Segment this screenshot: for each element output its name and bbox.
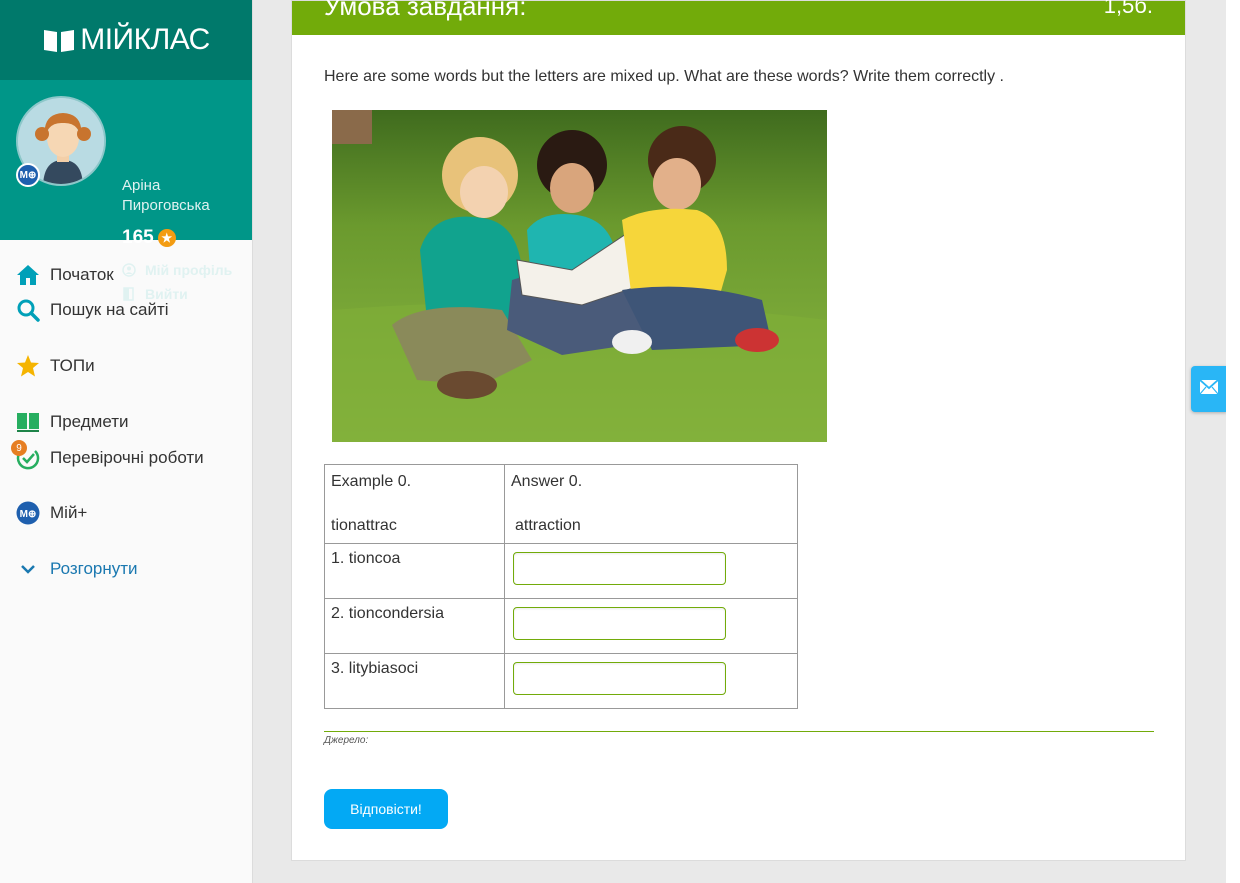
task-title: Умова завдання: — [324, 0, 527, 21]
task-score: 1,5б. — [1103, 0, 1153, 18]
sidebar: МІЙКЛАС Аріна Пироговська 165 ★ Мій проф… — [0, 0, 253, 883]
nav-label-search: Пошук на сайті — [50, 300, 169, 319]
profile-icon — [122, 263, 136, 277]
words-table: Example 0. tionattrac Answer 0. attracti… — [324, 464, 798, 709]
check-icon: 9 — [11, 440, 40, 470]
my-plus-icon: M⊕ — [16, 501, 40, 525]
table-cell: 3. litybiasoci — [324, 653, 505, 709]
table-row: Example 0. tionattrac Answer 0. attracti… — [324, 464, 798, 544]
svg-text:M⊕: M⊕ — [20, 509, 37, 520]
table-row: 2. tioncondersia — [324, 598, 798, 654]
divider — [324, 731, 1154, 732]
table-row: 1. tioncoa — [324, 543, 798, 599]
example-label: Example 0. — [331, 473, 412, 490]
profile-panel: Аріна Пироговська 165 ★ Мій профіль Вийт… — [0, 80, 252, 302]
user-name: Аріна Пироговська — [122, 177, 210, 214]
nav-label-tops: ТОПи — [50, 356, 95, 375]
example-word: tionattrac — [331, 517, 397, 534]
answer-input-2[interactable] — [513, 607, 726, 640]
points-value: 165 — [122, 227, 154, 248]
children-reading-photo — [332, 110, 827, 442]
user-points: 165 ★ — [122, 227, 176, 249]
book-logo-icon — [42, 27, 76, 53]
search-icon — [16, 298, 40, 322]
answer-input-3[interactable] — [513, 662, 726, 695]
my-plus-badge: M⊕ — [16, 163, 40, 187]
logo[interactable]: МІЙКЛАС — [0, 0, 252, 80]
envelope-icon — [1199, 378, 1219, 400]
scrambled-word: 1. tioncoa — [331, 550, 401, 567]
table-cell — [504, 543, 798, 599]
task-instruction: Here are some words but the letters are … — [324, 68, 1004, 85]
nav-item-my-plus[interactable]: M⊕ Мій+ — [16, 499, 87, 527]
nav-item-search[interactable]: Пошук на сайті — [16, 296, 169, 324]
task-card: Умова завдання: 1,5б. Here are some word… — [291, 0, 1186, 861]
nav-label-subjects: Предмети — [50, 412, 129, 431]
nav-label-my-plus: Мій+ — [50, 503, 88, 522]
scrambled-word: 3. litybiasoci — [331, 660, 419, 677]
example-answer: attraction — [515, 517, 581, 534]
my-profile-label: Мій профіль — [145, 262, 233, 278]
nav-label-expand: Розгорнути — [50, 559, 138, 578]
tests-count-badge: 9 — [11, 440, 27, 456]
nav-item-expand[interactable]: Розгорнути — [16, 555, 138, 583]
answer-input-1[interactable] — [513, 552, 726, 585]
answer-label: Answer 0. — [511, 473, 583, 490]
home-icon — [16, 263, 40, 287]
task-header: Умова завдання: 1,5б. — [292, 0, 1185, 35]
my-profile-link[interactable]: Мій профіль — [122, 262, 232, 278]
scrollbar-track[interactable] — [1226, 0, 1240, 883]
table-row: 3. litybiasoci — [324, 653, 798, 709]
nav-item-home[interactable]: Початок — [16, 261, 114, 289]
table-cell: 1. tioncoa — [324, 543, 505, 599]
star-icon — [16, 354, 40, 378]
table-cell — [504, 598, 798, 654]
logo-text: МІЙКЛАС — [80, 23, 210, 56]
table-cell: 2. tioncondersia — [324, 598, 505, 654]
books-icon — [16, 410, 40, 434]
feedback-button[interactable] — [1191, 366, 1227, 412]
table-cell: Answer 0. attraction — [504, 464, 798, 544]
nav-label-home: Початок — [50, 265, 114, 284]
nav-label-tests: Перевірочні роботи — [50, 448, 204, 467]
source-label: Джерело: — [324, 735, 369, 746]
nav-item-subjects[interactable]: Предмети — [16, 408, 129, 436]
star-coin-icon: ★ — [157, 229, 176, 247]
nav-item-tests[interactable]: 9 Перевірочні роботи — [11, 440, 204, 472]
table-cell: Example 0. tionattrac — [324, 464, 505, 544]
nav-item-tops[interactable]: ТОПи — [16, 352, 95, 380]
chevron-down-icon — [16, 557, 40, 581]
table-cell — [504, 653, 798, 709]
submit-button[interactable]: Відповісти! — [324, 789, 448, 829]
scrambled-word: 2. tioncondersia — [331, 605, 444, 622]
